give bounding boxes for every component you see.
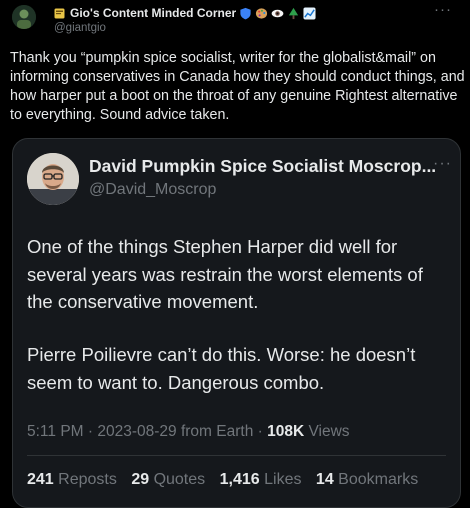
post-header: Gio's Content Minded Corner @giantgio xyxy=(54,5,430,34)
quoted-more-options-icon[interactable]: ··· xyxy=(433,155,452,173)
quoted-paragraph-2: Pierre Poilievre can’t do this. Worse: h… xyxy=(27,344,416,393)
chart-icon xyxy=(303,6,316,20)
divider xyxy=(27,455,446,456)
quoted-author-avatar[interactable] xyxy=(27,153,79,205)
post-source: from Earth xyxy=(180,423,254,440)
palette-icon xyxy=(256,7,268,19)
card-badge-icon xyxy=(54,8,65,18)
more-options-icon[interactable]: ··· xyxy=(434,1,452,18)
quoted-post-meta: 5:11 PM · 2023-08-29 from Earth · 108K V… xyxy=(27,423,350,440)
author-avatar[interactable] xyxy=(12,5,36,29)
quotes-count: 29 xyxy=(131,471,150,488)
quotes-label: Quotes xyxy=(153,471,206,488)
likes-label: Likes xyxy=(264,471,302,488)
post-time[interactable]: 5:11 PM xyxy=(27,423,84,440)
quoted-paragraph-1: One of the things Stephen Harper did wel… xyxy=(27,236,423,312)
quoted-author-handle[interactable]: @David_Moscrop xyxy=(89,181,216,199)
views-label: Views xyxy=(308,423,350,440)
shield-icon xyxy=(240,7,251,19)
reposts-stat[interactable]: 241 Reposts xyxy=(27,471,117,488)
author-display-name[interactable]: Gio's Content Minded Corner xyxy=(70,6,236,20)
eye-icon xyxy=(271,9,284,17)
likes-stat[interactable]: 1,416 Likes xyxy=(220,471,302,488)
bookmarks-label: Bookmarks xyxy=(338,471,419,488)
bookmarks-count: 14 xyxy=(315,471,334,488)
quotes-stat[interactable]: 29 Quotes xyxy=(131,471,205,488)
tree-icon xyxy=(289,7,299,19)
post-date[interactable]: 2023-08-29 xyxy=(97,423,176,440)
engagement-stats: 241 Reposts 29 Quotes 1,416 Likes 14 Boo… xyxy=(27,471,428,489)
likes-count: 1,416 xyxy=(219,471,260,488)
bookmarks-stat[interactable]: 14 Bookmarks xyxy=(316,471,418,488)
views-count: 108K xyxy=(267,423,305,440)
author-handle[interactable]: @giantgio xyxy=(54,22,430,34)
post-body: Thank you “pumpkin spice socialist, writ… xyxy=(10,50,465,123)
reposts-count: 241 xyxy=(27,471,54,488)
quoted-post-card[interactable]: David Pumpkin Spice Socialist Moscrop...… xyxy=(12,138,461,508)
quoted-author-display-name[interactable]: David Pumpkin Spice Socialist Moscrop... xyxy=(89,156,436,177)
reposts-label: Reposts xyxy=(58,471,117,488)
